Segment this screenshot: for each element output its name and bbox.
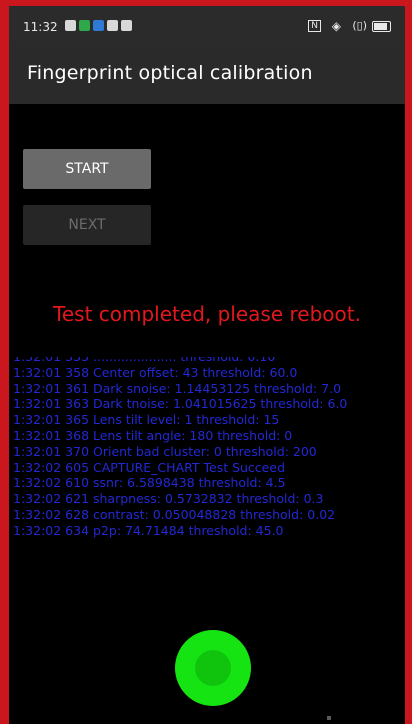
test-log: 1:32:01 355 ..................... thresh… [13,357,405,577]
log-line: 1:32:01 370 Orient bad cluster: 0 thresh… [13,443,317,459]
start-button[interactable]: START [23,149,151,189]
app-icon-green [79,20,90,31]
status-time: 11:32 [23,20,58,34]
log-line: 1:32:01 361 Dark snoise: 1.14453125 thre… [13,380,342,396]
next-button[interactable]: NEXT [23,205,151,245]
log-line: 1:32:02 605 CAPTURE_CHART Test Succeed [13,459,285,475]
wifi-icon: ◈ [331,19,341,33]
screen: 11:32 N ◈ (▯) Fingerprint optical calibr… [9,6,405,724]
app-icon [121,20,132,31]
page-title: Fingerprint optical calibration [27,62,313,84]
result-message: Test completed, please reboot. [53,302,361,326]
message-icon [65,20,76,31]
nav-indicator [327,716,331,720]
log-line: 1:32:02 621 sharpness: 0.5732832 thresho… [13,491,324,507]
battery-icon [372,21,391,32]
fingerprint-sensor-center [195,650,231,686]
log-line: 1:32:02 610 ssnr: 6.5898438 threshold: 4… [13,475,286,491]
nfc-icon: N [308,20,321,32]
log-line: 1:32:02 634 p2p: 74.71484 threshold: 45.… [13,522,284,538]
app-bar: Fingerprint optical calibration [9,46,405,104]
vibrate-icon: (▯) [352,19,367,32]
log-line: 1:32:01 365 Lens tilt level: 1 threshold… [13,412,280,428]
status-bar: 11:32 N ◈ (▯) [9,6,405,46]
log-line: 1:32:01 358 Center offset: 43 threshold:… [13,364,298,380]
app-icon [107,20,118,31]
app-icon-blue [93,20,104,31]
log-line: 1:32:01 363 Dark tnoise: 1.041015625 thr… [13,396,348,412]
device-frame: 11:32 N ◈ (▯) Fingerprint optical calibr… [0,0,412,724]
fingerprint-sensor-target[interactable] [175,630,251,706]
log-line: 1:32:02 628 contrast: 0.050048828 thresh… [13,506,336,522]
log-line-partial: 1:32:01 355 ..................... thresh… [13,357,405,365]
log-line: 1:32:01 368 Lens tilt angle: 180 thresho… [13,427,293,443]
